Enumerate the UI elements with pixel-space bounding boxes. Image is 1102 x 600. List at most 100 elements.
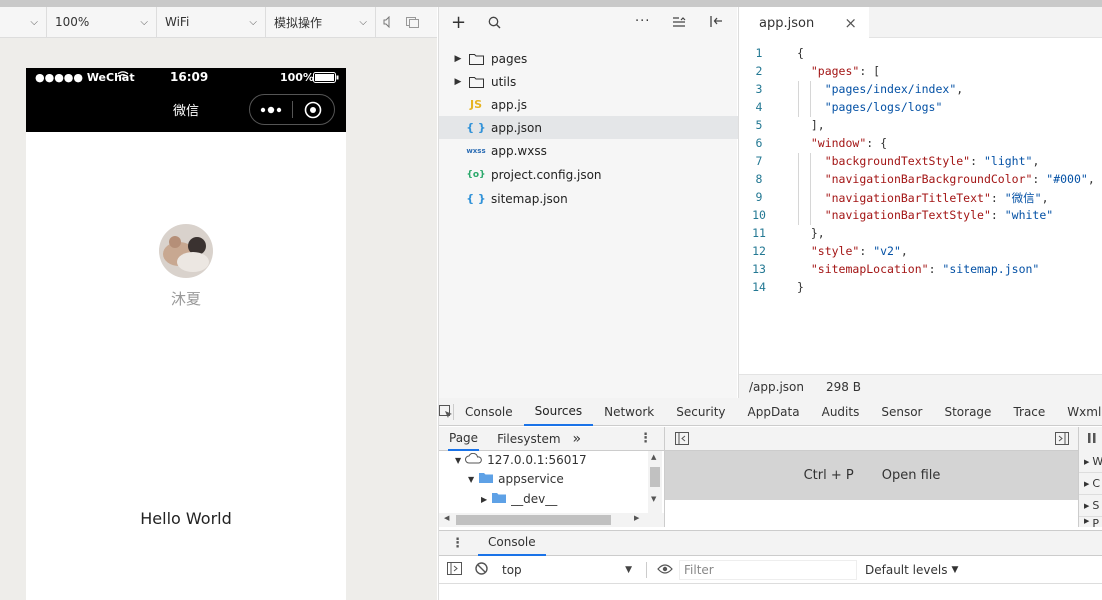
drawer-tab-console[interactable]: Console xyxy=(478,530,546,556)
tree-appservice[interactable]: ▼ appservice xyxy=(468,469,564,489)
editor-tab-app-json[interactable]: app.json × xyxy=(739,7,869,39)
eye-icon[interactable] xyxy=(657,563,673,577)
devtools-tab-appdata[interactable]: AppData xyxy=(737,398,811,426)
add-icon[interactable]: + xyxy=(451,12,466,33)
tree-file-app-js[interactable]: JS app.js xyxy=(439,93,738,116)
tree-dev[interactable]: ▶ __dev__ xyxy=(481,489,557,509)
search-icon[interactable] xyxy=(488,16,501,32)
drawer-menu-icon[interactable]: ⋮ xyxy=(451,536,464,551)
devtools-tab-sensor[interactable]: Sensor xyxy=(870,398,933,426)
caret-down-icon: ▼ xyxy=(625,564,632,575)
line-number: 3 xyxy=(755,82,763,96)
sidebar-section[interactable]: ▶ P xyxy=(1079,517,1102,527)
folder-icon xyxy=(492,492,507,506)
window-icon[interactable] xyxy=(400,7,424,37)
code-line: ], xyxy=(797,118,825,132)
devtools-tab-trace[interactable]: Trace xyxy=(1002,398,1056,426)
code-line: "navigationBarBackgroundColor": "#000", xyxy=(824,172,1095,186)
sidebar-section[interactable]: ▶ C xyxy=(1079,473,1102,495)
pause-icon[interactable] xyxy=(1087,432,1097,447)
code-line: "navigationBarTitleText": "微信", xyxy=(824,191,1049,205)
toggle-navigator-icon[interactable] xyxy=(675,432,689,448)
scroll-thumb[interactable] xyxy=(456,515,611,525)
zoom-value: 100% xyxy=(55,15,90,29)
subtab-page[interactable]: Page xyxy=(448,427,480,451)
network-select[interactable]: WiFi ⌵ xyxy=(157,7,266,37)
mode-value: 模拟操作 xyxy=(274,15,323,30)
network-value: WiFi xyxy=(165,15,190,29)
tree-file-app-wxss[interactable]: wxss app.wxss xyxy=(439,139,738,162)
file-explorer: + ··· ▶ pages ▶ utils JS app.js { } app.… xyxy=(438,7,738,398)
line-number: 14 xyxy=(752,280,766,294)
caret-down-icon: ▼ xyxy=(455,455,462,465)
devtools-tab-storage[interactable]: Storage xyxy=(933,398,1002,426)
code-editor: app.json × 1 {2 "pages": [3 "pages/index/… xyxy=(738,7,1102,398)
devtools-tab-sources[interactable]: Sources xyxy=(523,398,594,426)
caret-down-icon: ▼ xyxy=(468,474,475,484)
mode-select[interactable]: 模拟操作 ⌵ xyxy=(266,7,376,37)
caret-right-icon: ▶ xyxy=(481,494,488,504)
tree-folder-pages[interactable]: ▶ pages xyxy=(439,47,738,70)
kebab-menu-icon[interactable]: ⋮ xyxy=(639,431,652,446)
sources-editor-area: Ctrl + P Open file xyxy=(664,427,1079,527)
hello-text: Hello World xyxy=(140,509,232,528)
more-tabs-icon[interactable]: » xyxy=(573,431,582,447)
device-select[interactable]: ⌵ xyxy=(0,7,47,37)
sources-editor-toolbar xyxy=(665,427,1079,451)
open-file-hint: Ctrl + P Open file xyxy=(665,451,1079,500)
scroll-down-icon[interactable]: ▼ xyxy=(651,495,656,503)
devtools-tab-console[interactable]: Console xyxy=(454,398,524,426)
devtools-tab-security[interactable]: Security xyxy=(665,398,736,426)
line-number: 13 xyxy=(752,262,766,276)
more-icon[interactable]: ··· xyxy=(635,14,650,29)
line-number: 11 xyxy=(752,226,766,240)
zoom-select[interactable]: 100% ⌵ xyxy=(47,7,157,37)
devtools-panel: Console Sources Network Security AppData Audi… xyxy=(438,398,1102,600)
line-number: 7 xyxy=(755,154,763,168)
phone-status-bar: ●●●●● WeChat 16:09 100% xyxy=(26,68,346,88)
menu-capsule[interactable] xyxy=(249,94,335,125)
shortcut-action: Open file xyxy=(881,468,941,483)
sidebar-toggle-icon[interactable] xyxy=(447,561,462,578)
inspect-icon[interactable] xyxy=(439,403,454,420)
tree-file-app-json[interactable]: { } app.json xyxy=(439,116,738,139)
log-levels-select[interactable]: Default levels ▼ xyxy=(865,563,958,577)
collapse-icon[interactable] xyxy=(672,16,686,31)
devtools-tab-network[interactable]: Network xyxy=(593,398,665,426)
phone-screen: ●●●●● WeChat 16:09 100% 微信 沐夏 Hello Worl… xyxy=(26,68,346,600)
caret-right-icon: ▶ xyxy=(1084,457,1090,466)
chevron-down-icon: ⌵ xyxy=(30,16,38,28)
caret-right-icon: ▶ xyxy=(1084,517,1090,525)
more-dots-icon[interactable] xyxy=(250,106,292,114)
close-target-icon[interactable] xyxy=(292,101,334,119)
vertical-scrollbar[interactable]: ▲ ▼ xyxy=(648,451,662,513)
caret-down-icon: ▼ xyxy=(951,564,959,575)
scroll-right-icon[interactable]: ▶ xyxy=(634,514,639,522)
tree-file-sitemap-json[interactable]: { } sitemap.json xyxy=(439,187,738,210)
context-select[interactable]: top ▼ xyxy=(502,563,632,577)
scroll-left-icon[interactable]: ◀ xyxy=(444,514,449,522)
sidebar-section[interactable]: ▶ W xyxy=(1079,451,1102,473)
mute-icon[interactable] xyxy=(376,7,400,37)
devtools-tab-audits[interactable]: Audits xyxy=(811,398,871,426)
tree-file-project-config[interactable]: {o} project.config.json xyxy=(439,163,738,186)
close-icon[interactable]: × xyxy=(844,14,857,32)
toggle-debugger-icon[interactable] xyxy=(1055,432,1069,448)
sources-navigator-tabs: Page Filesystem » ⋮ xyxy=(439,427,664,451)
editor-tab-bar: app.json × xyxy=(739,7,1102,39)
tree-folder-utils[interactable]: ▶ utils xyxy=(439,70,738,93)
sidebar-section[interactable]: ▶ S xyxy=(1079,495,1102,517)
devtools-tab-bar: Console Sources Network Security AppData Audi… xyxy=(439,398,1102,426)
code-line: "window": { xyxy=(810,136,888,150)
line-number: 2 xyxy=(755,64,763,78)
filter-input[interactable]: Filter xyxy=(679,559,857,580)
clear-console-icon[interactable] xyxy=(475,561,488,578)
split-panel-icon[interactable] xyxy=(709,15,723,31)
horizontal-scrollbar[interactable]: ◀ ▶ xyxy=(439,513,664,527)
user-avatar[interactable] xyxy=(159,224,213,278)
tree-host[interactable]: ▼ 127.0.0.1:56017 xyxy=(455,451,587,469)
devtools-tab-wxml[interactable]: Wxml xyxy=(1056,398,1102,426)
scroll-thumb[interactable] xyxy=(650,467,660,487)
scroll-up-icon[interactable]: ▲ xyxy=(651,453,656,461)
subtab-filesystem[interactable]: Filesystem xyxy=(497,432,560,446)
